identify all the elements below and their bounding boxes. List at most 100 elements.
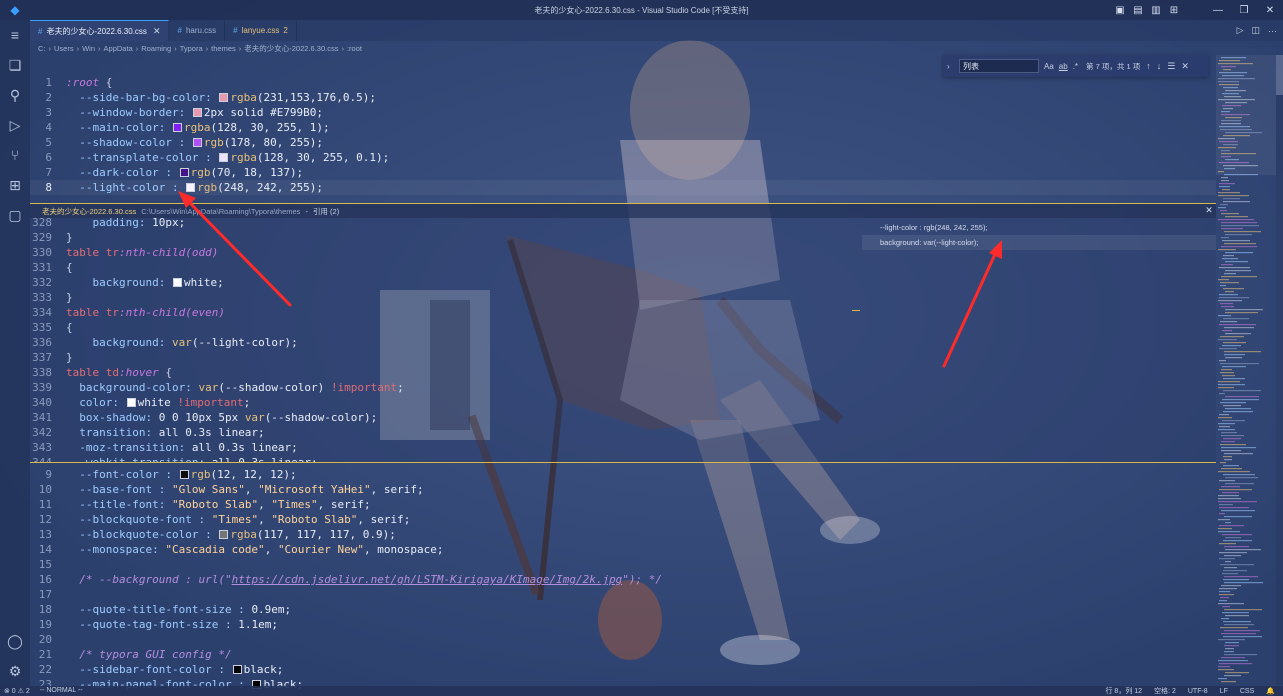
menu-icon[interactable]: ≡ [0,20,30,50]
code-line[interactable]: 21 /* typora GUI config */ [30,647,1216,662]
code-line[interactable]: 344 -webkit-transition: all 0.3s linear; [30,455,860,462]
find-input[interactable]: 列表 [959,59,1039,73]
minimap[interactable] [1216,55,1276,685]
toggle-sidebar-icon[interactable]: ▣ [1111,0,1129,20]
code-line[interactable]: 20 [30,632,1216,647]
code-text[interactable]: background: var(--light-color); [66,335,297,350]
code-line[interactable]: 338 table td:hover { [30,365,860,380]
color-swatch[interactable] [172,123,182,132]
code-line[interactable]: 5 --shadow-color : rgb(178, 80, 255); [30,135,1216,150]
code-text[interactable]: color: white !important; [66,395,250,410]
code-text[interactable]: --blockquote-color : rgba(117, 117, 117,… [66,527,396,542]
code-line[interactable]: 10 --base-font : "Glow Sans", "Microsoft… [30,482,1216,497]
code-text[interactable]: -webkit-transition: all 0.3s linear; [66,455,317,462]
tab-haru-css[interactable]: # haru.css [169,20,226,41]
previous-match-icon[interactable]: ↑ [1146,61,1151,71]
close-peek-icon[interactable]: ✕ [1202,203,1216,218]
close-icon[interactable]: ✕ [153,26,161,37]
code-line[interactable]: 12 --blockquote-font : "Times", "Roboto … [30,512,1216,527]
color-swatch[interactable] [179,168,189,177]
code-text[interactable]: { [66,320,73,335]
code-text[interactable]: } [66,350,73,365]
code-text[interactable]: -moz-transition: all 0.3s linear; [66,440,298,455]
toggle-secondary-sidebar-icon[interactable]: ▥ [1147,0,1165,20]
code-text[interactable]: --window-border: 2px solid #E799B0; [66,105,323,120]
explorer-icon[interactable]: ❏ [0,50,30,80]
code-line[interactable]: 22 --sidebar-font-color : black; [30,662,1216,677]
code-text[interactable]: } [66,290,73,305]
language-mode[interactable]: CSS [1240,688,1254,695]
code-text[interactable]: --quote-tag-font-size : 1.1em; [66,617,278,632]
code-text[interactable]: --base-font : "Glow Sans", "Microsoft Ya… [66,482,423,497]
code-line[interactable]: 329} [30,230,860,245]
toggle-replace-icon[interactable]: › [947,62,959,71]
color-swatch[interactable] [192,108,202,117]
code-line[interactable]: 4 --main-color: rgba(128, 30, 255, 1); [30,120,1216,135]
breadcrumb-item[interactable]: themes [211,44,236,53]
code-line[interactable]: 328 padding: 10px; [30,218,860,230]
code-line[interactable]: 15 [30,557,1216,572]
code-text[interactable]: --blockquote-font : "Times", "Roboto Sla… [66,512,410,527]
match-word-toggle[interactable]: ab [1059,62,1068,71]
extensions-icon[interactable]: ⊞ [0,170,30,200]
breadcrumb-item[interactable]: C: [38,44,46,53]
code-editor-bottom[interactable]: 9 --font-color : rgb(12, 12, 12); 10 --ba… [30,467,1216,692]
minimize-icon[interactable]: — [1205,0,1231,20]
match-case-toggle[interactable]: Aa [1044,62,1054,71]
reference-item[interactable]: background: var(--light-color); [862,235,1216,250]
color-swatch[interactable] [219,530,229,539]
code-text[interactable]: --font-color : rgb(12, 12, 12); [66,467,296,482]
indentation[interactable]: 空格: 2 [1154,686,1176,696]
account-icon[interactable]: ◯ [0,626,30,656]
end-of-line[interactable]: LF [1220,688,1228,695]
code-text[interactable]: /* typora GUI config */ [66,647,231,662]
minimap-viewport[interactable] [1216,55,1276,175]
code-line[interactable]: 333} [30,290,860,305]
code-line[interactable]: 341 box-shadow: 0 0 10px 5px var(--shado… [30,410,860,425]
code-text[interactable]: table td:hover { [66,365,172,380]
split-editor-icon[interactable]: ◫ [1251,25,1260,36]
code-line[interactable]: 336 background: var(--light-color); [30,335,860,350]
code-line[interactable]: 337} [30,350,860,365]
breadcrumb-item[interactable]: :root [347,44,362,53]
breadcrumb-item[interactable]: Users [54,44,74,53]
gear-icon[interactable]: ⚙ [0,656,30,686]
peek-code[interactable]: 328 padding: 10px; 329} 330 table tr:nth-ch… [30,218,860,462]
code-text[interactable]: padding: 10px; [66,218,185,230]
code-line[interactable]: 16 /* --background : url("https://cdn.js… [30,572,1216,587]
tab-laofu-css[interactable]: # 老夫的少女心-2022.6.30.css ✕ [30,20,170,41]
code-line[interactable]: 334 table tr:nth-child(even) [30,305,860,320]
code-text[interactable]: :root { [66,75,112,90]
source-control-icon[interactable]: ⑂ [0,140,30,170]
tab-lanyue-css[interactable]: # lanyue.css 2 [225,20,297,41]
code-line[interactable]: 340 color: white !important; [30,395,860,410]
code-line[interactable]: 8 --light-color : rgb(248, 242, 255); [30,180,1216,195]
find-in-selection-icon[interactable]: ☰ [1167,61,1175,72]
code-line[interactable]: 19 --quote-tag-font-size : 1.1em; [30,617,1216,632]
color-swatch[interactable] [179,470,189,479]
code-line[interactable]: 13 --blockquote-color : rgba(117, 117, 1… [30,527,1216,542]
peek-file-name[interactable]: 老夫的少女心-2022.6.30.css [42,206,136,217]
toggle-panel-icon[interactable]: ▤ [1129,0,1147,20]
code-line[interactable]: 1:root { [30,75,1216,90]
code-line[interactable]: 7 --dark-color : rgb(70, 18, 137); [30,165,1216,180]
code-text[interactable]: table tr:nth-child(odd) [66,245,218,260]
code-line[interactable]: 339 background-color: var(--shadow-color… [30,380,860,395]
remote-explorer-icon[interactable]: ▢ [0,200,30,230]
code-line[interactable]: 11 --title-font: "Roboto Slab", "Times",… [30,497,1216,512]
reference-item[interactable]: --light-color : rgb(248, 242, 255); [862,220,1216,235]
code-text[interactable]: --sidebar-font-color : black; [66,662,283,677]
regex-toggle[interactable]: .* [1073,62,1078,71]
color-swatch[interactable] [232,665,242,674]
code-line[interactable]: 332 background: white; [30,275,860,290]
code-text[interactable]: /* --background : url("https://cdn.jsdel… [66,572,662,587]
code-text[interactable]: } [66,230,73,245]
code-text[interactable]: --shadow-color : rgb(178, 80, 255); [66,135,323,150]
color-swatch[interactable] [219,153,229,162]
code-text[interactable]: --main-color: rgba(128, 30, 255, 1); [66,120,329,135]
breadcrumb-item[interactable]: Typora [180,44,203,53]
code-text[interactable]: --side-bar-bg-color: rgba(231,153,176,0.… [66,90,376,105]
breadcrumb-item[interactable]: Roaming [141,44,171,53]
code-text[interactable]: table tr:nth-child(even) [66,305,225,320]
breadcrumb-item[interactable]: AppData [104,44,133,53]
